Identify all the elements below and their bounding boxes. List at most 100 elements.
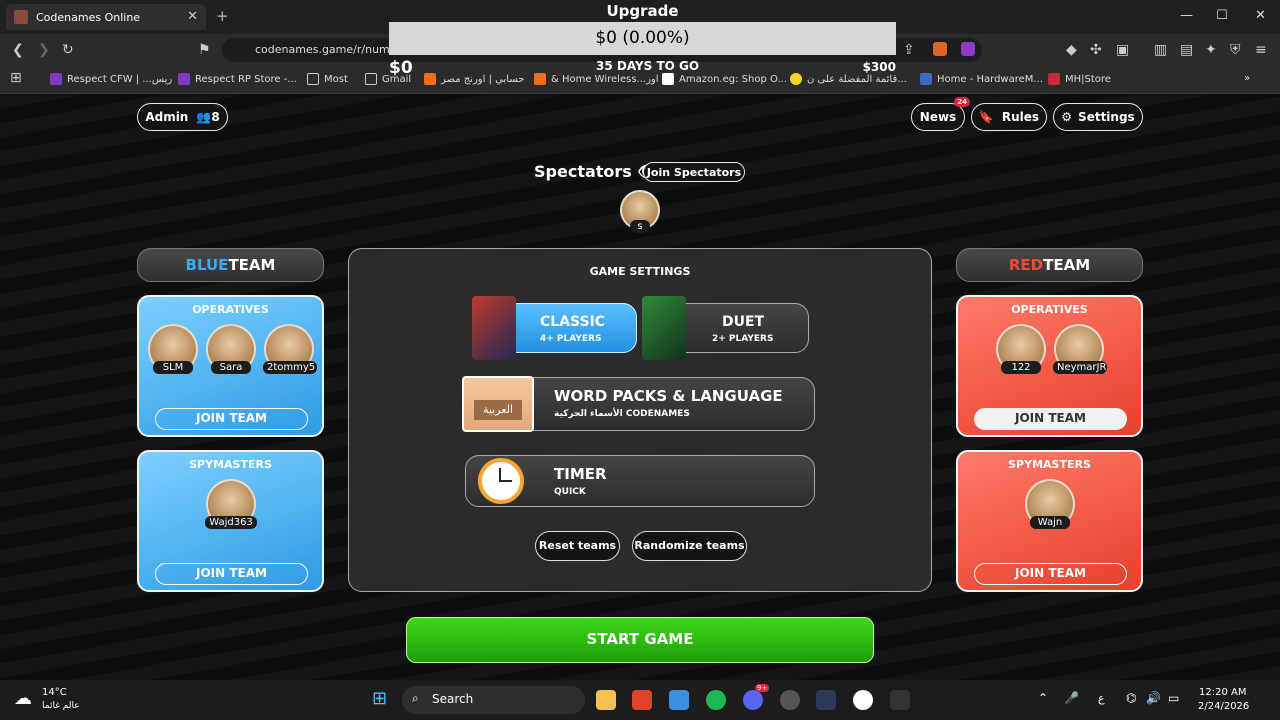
microphone-icon[interactable]: 🎤 (1064, 691, 1079, 705)
news-button[interactable]: News 24 (911, 97, 970, 131)
back-icon[interactable]: ❮ (12, 42, 24, 58)
donation-overlay: Upgrade $0 (0.00%) $0 35 DAYS TO GO $300 (389, 0, 896, 78)
brave-rewards-icon[interactable] (961, 42, 975, 56)
weather-temp: 14°C (42, 687, 67, 698)
clock-date[interactable]: 2/24/2026 (1198, 701, 1249, 712)
bookmark-item[interactable]: Respect CFW | ...ريس (50, 73, 172, 85)
overlay-title: Upgrade (606, 2, 679, 20)
close-tab-icon[interactable]: ✕ (187, 9, 198, 24)
stopwatch-icon (478, 458, 524, 504)
news-badge: 24 (954, 97, 970, 107)
blue-spymasters-label: SPYMASTERS (189, 458, 272, 471)
overlay-days: 35 DAYS TO GO (596, 59, 700, 73)
obs-icon[interactable] (853, 690, 873, 710)
wallet-icon[interactable]: ▤ (1180, 42, 1193, 58)
blue-operatives-join-button[interactable]: JOIN TEAM (155, 408, 308, 430)
player-name: NeymarJR (1053, 361, 1107, 374)
duet-mode-option[interactable]: DUET 2+ PLAYERS (642, 296, 809, 360)
game-settings-panel: GAME SETTINGS CLASSIC 4+ PLAYERS DUET 2+… (348, 248, 932, 592)
blue-operatives-card: OPERATIVES SLM Sara 2tommy5 JOIN TEAM (137, 295, 324, 437)
store-icon[interactable] (669, 690, 689, 710)
extension-icon[interactable]: ◆ (1066, 42, 1077, 58)
player-name: Sara (211, 361, 251, 374)
vpn-icon[interactable]: ⛨ (1230, 42, 1241, 58)
bookmark-icon: 🔖 (978, 110, 994, 124)
network-icon[interactable]: ⌬ (1126, 691, 1136, 705)
player-name: SLM (153, 361, 193, 374)
windows-start-icon[interactable]: ⊞ (372, 688, 387, 709)
maximize-icon[interactable]: ☐ (1216, 8, 1228, 23)
spectator-name: s (630, 220, 650, 233)
reset-teams-button[interactable]: Reset teams (535, 531, 620, 561)
davinci-icon[interactable] (816, 690, 836, 710)
red-spymasters-join-button[interactable]: JOIN TEAM (974, 563, 1127, 585)
apps-icon[interactable]: ⊞ (10, 70, 22, 86)
overlay-goal-amount: $300 (862, 60, 896, 74)
close-window-icon[interactable]: ✕ (1255, 8, 1266, 23)
classic-mode-option[interactable]: CLASSIC 4+ PLAYERS (472, 296, 637, 360)
share-icon[interactable]: ⇪ (903, 42, 915, 58)
word-pack-card-icon: العربية (462, 376, 534, 432)
admin-button[interactable]: Admin 👥 8 (137, 103, 228, 131)
tray-chevron-icon[interactable]: ⌃ (1038, 691, 1048, 705)
tab-title: Codenames Online (36, 10, 141, 24)
url-text: codenames.game/r/numo (255, 43, 397, 56)
spymaster-name: Wajn (1030, 516, 1070, 529)
brave-shield-icon[interactable] (933, 42, 947, 56)
minimize-icon[interactable]: — (1180, 8, 1193, 23)
discord-icon[interactable]: 9+ (743, 684, 770, 710)
classic-label: CLASSIC (540, 314, 606, 330)
overlay-start-amount: $0 (389, 58, 413, 78)
menu-icon[interactable]: ≡ (1255, 42, 1267, 58)
brave-taskbar-icon[interactable] (632, 690, 652, 710)
leo-icon[interactable]: ✦ (1205, 42, 1217, 58)
file-explorer-icon[interactable] (596, 690, 616, 710)
overlay-progress: $0 (0.00%) (389, 22, 896, 55)
bookmark-item[interactable]: MH|Store (1048, 73, 1111, 85)
bookmark-icon[interactable]: ⚑ (198, 42, 211, 58)
blue-spymasters-card: SPYMASTERS Wajd363 JOIN TEAM (137, 450, 324, 592)
bookmark-folder[interactable]: Most (307, 73, 348, 85)
word-packs-sublabel: الأسماء الحركية CODENAMES (554, 409, 690, 419)
screenshot-icon[interactable]: ▣ (1116, 42, 1129, 58)
weather-icon: ☁ (14, 688, 32, 709)
weather-condition: عالم غائما (42, 701, 80, 711)
reload-icon[interactable]: ↻ (62, 42, 74, 58)
browser-tab[interactable]: Codenames Online ✕ (6, 4, 206, 30)
battery-icon[interactable]: ▭ (1168, 691, 1179, 705)
timer-label: TIMER (554, 465, 607, 483)
red-operatives-label: OPERATIVES (1011, 303, 1088, 316)
game-settings-title: GAME SETTINGS (589, 265, 691, 278)
bookmark-item[interactable]: Respect RP Store -... (178, 73, 297, 85)
gear-icon: ⚙ (1061, 110, 1073, 124)
word-packs-option[interactable]: العربية WORD PACKS & LANGUAGE الأسماء ال… (462, 376, 815, 432)
start-game-button[interactable]: START GAME (406, 617, 874, 663)
timer-option[interactable]: TIMER QUICK (465, 455, 815, 507)
settings-button[interactable]: ⚙ Settings (1053, 103, 1143, 131)
timer-sublabel: QUICK (554, 487, 586, 497)
classic-sublabel: 4+ PLAYERS (540, 334, 602, 344)
sidebar-icon[interactable]: ▥ (1154, 42, 1167, 58)
bookmark-item[interactable]: Home - HardwareM... (920, 73, 1043, 85)
app-icon[interactable] (890, 690, 910, 710)
spotify-icon[interactable] (706, 690, 726, 710)
join-spectators-button[interactable]: Join Spectators (643, 162, 745, 182)
search-icon: ⌕ (412, 691, 419, 705)
new-tab-icon[interactable]: + (216, 7, 229, 25)
forward-icon[interactable]: ❯ (38, 42, 50, 58)
puzzle-icon[interactable]: ✣ (1090, 42, 1102, 58)
red-operatives-join-button[interactable]: JOIN TEAM (974, 408, 1127, 430)
randomize-teams-button[interactable]: Randomize teams (632, 531, 747, 561)
blue-spymasters-join-button[interactable]: JOIN TEAM (155, 563, 308, 585)
duet-label: DUET (722, 314, 765, 330)
red-team-header: REDTEAM (956, 248, 1143, 282)
more-bookmarks-icon[interactable]: » (1244, 73, 1250, 84)
windows-taskbar: ☁ 14°C عالم غائما ⊞ ⌕ Search 9+ ⌃ 🎤 ع ⌬ … (0, 680, 1280, 720)
clock-time[interactable]: 12:20 AM (1199, 687, 1246, 698)
chrome-icon[interactable] (780, 690, 800, 710)
language-indicator[interactable]: ع (1098, 692, 1105, 705)
rules-button[interactable]: 🔖 Rules (971, 103, 1047, 131)
taskbar-search[interactable]: ⌕ Search (402, 686, 585, 714)
player-name: 2tommy5 (263, 361, 317, 374)
volume-icon[interactable]: 🔊 (1146, 691, 1161, 705)
